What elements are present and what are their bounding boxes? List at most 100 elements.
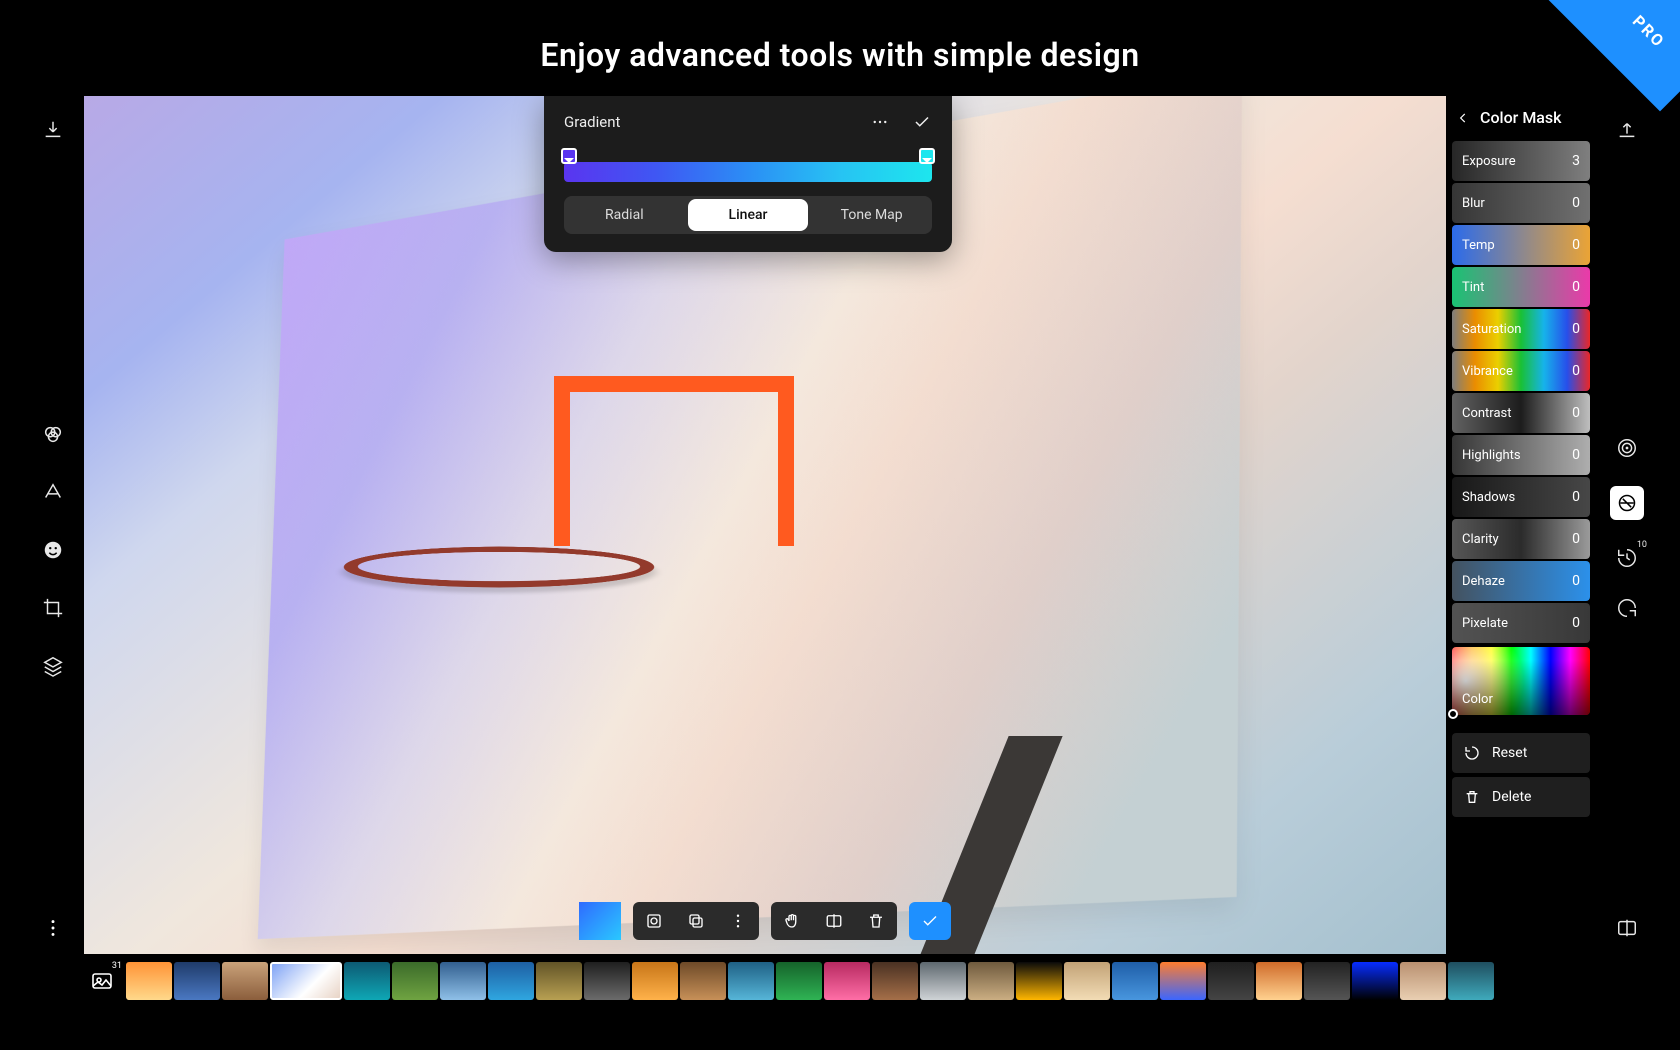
gradient-title: Gradient xyxy=(564,113,620,131)
filmstrip-thumb[interactable] xyxy=(632,962,678,1000)
slider-value: 0 xyxy=(1572,237,1580,253)
sticker-icon[interactable] xyxy=(41,538,65,562)
filmstrip-thumb[interactable] xyxy=(1208,962,1254,1000)
slider-label: Clarity xyxy=(1462,532,1499,547)
filmstrip-thumb[interactable] xyxy=(968,962,1014,1000)
duplicate-icon[interactable] xyxy=(675,902,717,940)
gradient-tool-button[interactable] xyxy=(579,902,621,940)
library-icon[interactable]: 31 xyxy=(84,963,120,999)
filmstrip-thumb[interactable] xyxy=(1448,962,1494,1000)
slider-tint[interactable]: Tint0 xyxy=(1452,267,1590,307)
slider-label: Temp xyxy=(1462,238,1495,253)
filmstrip-thumb[interactable] xyxy=(1256,962,1302,1000)
delete-button[interactable]: Delete xyxy=(1452,777,1590,817)
color-pointer[interactable] xyxy=(1448,709,1458,719)
filmstrip-thumb[interactable] xyxy=(920,962,966,1000)
filmstrip-thumb[interactable] xyxy=(776,962,822,1000)
split-view-icon[interactable] xyxy=(1615,916,1639,940)
filmstrip-thumb[interactable] xyxy=(1160,962,1206,1000)
filmstrip-thumb[interactable] xyxy=(728,962,774,1000)
gradient-type-segment: Radial Linear Tone Map xyxy=(564,196,932,234)
image-targetbox xyxy=(554,376,794,546)
slider-label: Pixelate xyxy=(1462,616,1508,631)
compare-icon[interactable] xyxy=(813,902,855,940)
color-picker[interactable]: Color xyxy=(1452,647,1590,715)
slider-temp[interactable]: Temp 0 xyxy=(1452,225,1590,265)
filmstrip: 31 xyxy=(84,958,1596,1004)
pan-hand-icon[interactable] xyxy=(771,902,813,940)
layers-icon[interactable] xyxy=(41,654,65,678)
gradient-handle-start[interactable] xyxy=(561,148,577,164)
filmstrip-thumb[interactable] xyxy=(680,962,726,1000)
slider-vibrance[interactable]: Vibrance0 xyxy=(1452,351,1590,391)
filmstrip-thumbs xyxy=(126,962,1596,1000)
slider-dehaze[interactable]: Dehaze0 xyxy=(1452,561,1590,601)
filters-icon[interactable] xyxy=(41,422,65,446)
promo-headline: Enjoy advanced tools with simple design xyxy=(540,36,1139,74)
filmstrip-thumb[interactable] xyxy=(344,962,390,1000)
gradient-handle-end[interactable] xyxy=(919,148,935,164)
filmstrip-thumb[interactable] xyxy=(1304,962,1350,1000)
gradient-mask-icon[interactable] xyxy=(1610,486,1644,520)
filmstrip-thumb[interactable] xyxy=(222,962,268,1000)
filmstrip-thumb[interactable] xyxy=(440,962,486,1000)
text-icon[interactable] xyxy=(41,480,65,504)
more-vertical-icon[interactable] xyxy=(41,916,65,940)
right-tool-rail: 10 xyxy=(1602,106,1652,954)
more-icon[interactable] xyxy=(717,902,759,940)
import-icon[interactable] xyxy=(41,118,65,142)
gradient-seg-linear[interactable]: Linear xyxy=(688,199,809,231)
slider-value: 0 xyxy=(1572,405,1580,421)
history-icon[interactable]: 10 xyxy=(1615,546,1639,570)
export-icon[interactable] xyxy=(1615,118,1639,142)
slider-label: Tint xyxy=(1462,280,1484,295)
back-chevron-icon[interactable] xyxy=(1456,111,1470,125)
pro-badge-text: PRO xyxy=(1629,11,1669,51)
gradient-track xyxy=(564,162,932,182)
gradient-seg-radial[interactable]: Radial xyxy=(564,196,685,234)
gradient-seg-tonemap[interactable]: Tone Map xyxy=(811,196,932,234)
slider-label: Shadows xyxy=(1462,490,1515,505)
slider-value: 0 xyxy=(1572,363,1580,379)
filmstrip-thumb[interactable] xyxy=(488,962,534,1000)
filmstrip-thumb[interactable] xyxy=(1352,962,1398,1000)
reset-button[interactable]: Reset xyxy=(1452,733,1590,773)
filmstrip-thumb[interactable] xyxy=(824,962,870,1000)
radial-mask-icon[interactable] xyxy=(1615,436,1639,460)
filmstrip-thumb[interactable] xyxy=(584,962,630,1000)
slider-label: Contrast xyxy=(1462,406,1512,421)
history-badge: 10 xyxy=(1637,540,1647,550)
slider-label: Highlights xyxy=(1462,448,1521,463)
confirm-button[interactable] xyxy=(909,902,951,940)
editor-canvas[interactable]: Gradient Radial xyxy=(84,96,1446,954)
color-mask-sidebar: Color Mask Exposure3Blur0Temp0Tint0Satur… xyxy=(1446,96,1596,954)
filmstrip-thumb[interactable] xyxy=(1112,962,1158,1000)
filmstrip-thumb[interactable] xyxy=(126,962,172,1000)
slider-pixelate[interactable]: Pixelate0 xyxy=(1452,603,1590,643)
canvas-toolbar xyxy=(579,902,951,940)
filmstrip-thumb[interactable] xyxy=(872,962,918,1000)
mask-mode-icon[interactable] xyxy=(633,902,675,940)
filmstrip-thumb[interactable] xyxy=(1016,962,1062,1000)
filmstrip-thumb[interactable] xyxy=(536,962,582,1000)
gradient-slider[interactable] xyxy=(564,148,932,182)
apply-check-icon[interactable] xyxy=(912,112,932,132)
slider-blur[interactable]: Blur0 xyxy=(1452,183,1590,223)
slider-value: 0 xyxy=(1572,321,1580,337)
sidebar-header[interactable]: Color Mask xyxy=(1446,108,1596,139)
more-horizontal-icon[interactable] xyxy=(870,112,890,132)
slider-clarity[interactable]: Clarity0 xyxy=(1452,519,1590,559)
filmstrip-thumb[interactable] xyxy=(392,962,438,1000)
slider-contrast[interactable]: Contrast 0 xyxy=(1452,393,1590,433)
filmstrip-thumb[interactable] xyxy=(174,962,220,1000)
filmstrip-thumb[interactable] xyxy=(1064,962,1110,1000)
undo-icon[interactable] xyxy=(1615,596,1639,620)
slider-exposure[interactable]: Exposure3 xyxy=(1452,141,1590,181)
filmstrip-thumb[interactable] xyxy=(270,962,342,1000)
delete-icon[interactable] xyxy=(855,902,897,940)
slider-saturation[interactable]: Saturation0 xyxy=(1452,309,1590,349)
slider-shadows[interactable]: Shadows0 xyxy=(1452,477,1590,517)
slider-highlights[interactable]: Highlights0 xyxy=(1452,435,1590,475)
crop-icon[interactable] xyxy=(41,596,65,620)
filmstrip-thumb[interactable] xyxy=(1400,962,1446,1000)
